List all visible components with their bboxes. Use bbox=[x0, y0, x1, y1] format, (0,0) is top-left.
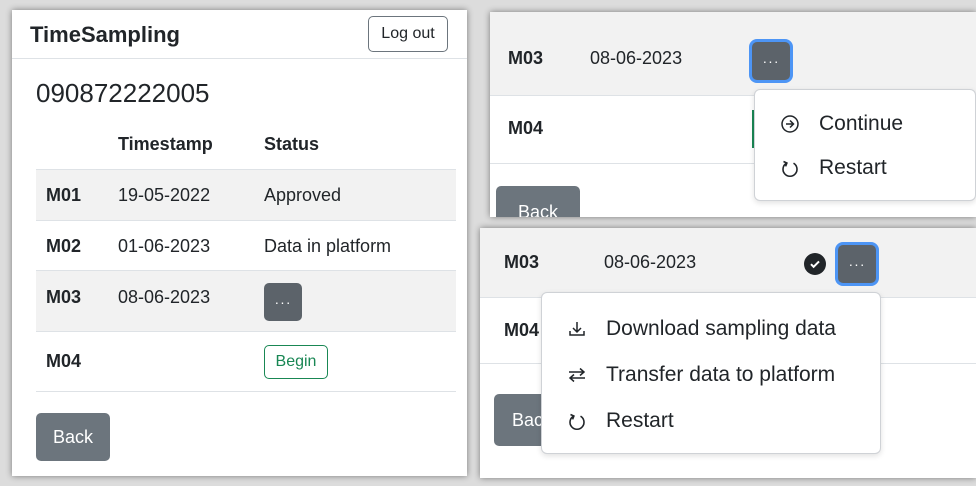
row-timestamp: 08-06-2023 bbox=[590, 48, 683, 68]
row-timestamp: 01-06-2023 bbox=[118, 236, 211, 256]
row-id: M04 bbox=[504, 320, 540, 340]
table-row: M01 19-05-2022 Approved bbox=[36, 170, 456, 221]
menu-item-restart[interactable]: Restart bbox=[542, 401, 880, 441]
row-id: M02 bbox=[46, 236, 82, 256]
main-screen-panel: TimeSampling Log out 090872222005 Timest… bbox=[12, 10, 467, 476]
restart-icon bbox=[773, 158, 807, 178]
menu-item-label: Continue bbox=[819, 112, 904, 135]
row-timestamp: 08-06-2023 bbox=[118, 287, 211, 307]
row-timestamp: 08-06-2023 bbox=[604, 252, 697, 272]
download-icon bbox=[560, 319, 594, 339]
menu-item-label: Restart bbox=[606, 409, 674, 432]
navbar: TimeSampling Log out bbox=[12, 10, 467, 59]
completed-dropdown: Download sampling data Transfer data to … bbox=[541, 292, 881, 454]
menu-item-label: Transfer data to platform bbox=[606, 363, 836, 386]
table-row: M03 08-06-2023 ··· bbox=[490, 12, 976, 96]
measurements-table: Timestamp Status M01 19-05-2022 Approved… bbox=[36, 118, 456, 418]
completed-menu-panel: M03 08-06-2023 ··· M04 Back Download sam… bbox=[480, 228, 976, 478]
row-id: M03 bbox=[508, 48, 544, 68]
row-status: Data in platform bbox=[264, 236, 392, 256]
menu-item-restart[interactable]: Restart bbox=[755, 148, 975, 188]
header-timestamp: Timestamp bbox=[118, 134, 213, 154]
more-actions-button[interactable]: ··· bbox=[838, 245, 876, 283]
row-id: M04 bbox=[46, 351, 82, 371]
in-progress-menu-panel: M03 08-06-2023 ··· M04 Back Continue Res… bbox=[490, 12, 976, 217]
row-status: Approved bbox=[264, 185, 342, 205]
phone-number: 090872222005 bbox=[36, 78, 210, 108]
table-row: M03 08-06-2023 ··· bbox=[36, 271, 456, 332]
table-row: M04 Begin bbox=[36, 332, 456, 392]
more-actions-button[interactable]: ··· bbox=[264, 283, 302, 321]
row-id: M01 bbox=[46, 185, 82, 205]
row-id: M04 bbox=[508, 118, 544, 138]
in-progress-dropdown: Continue Restart bbox=[754, 89, 976, 201]
menu-item-continue[interactable]: Continue bbox=[755, 104, 975, 144]
header-status: Status bbox=[264, 134, 320, 154]
row-id: M03 bbox=[504, 252, 540, 272]
more-actions-button[interactable]: ··· bbox=[752, 42, 790, 80]
begin-button[interactable]: Begin bbox=[264, 345, 328, 379]
back-button[interactable]: Back bbox=[496, 186, 580, 217]
menu-item-label: Download sampling data bbox=[606, 317, 836, 340]
arrow-right-circle-icon bbox=[773, 114, 807, 134]
table-header-row: Timestamp Status bbox=[36, 118, 456, 170]
restart-icon bbox=[560, 411, 594, 431]
back-button[interactable]: Back bbox=[36, 413, 110, 461]
app-title: TimeSampling bbox=[30, 22, 180, 47]
menu-item-transfer[interactable]: Transfer data to platform bbox=[542, 355, 880, 395]
row-timestamp: 19-05-2022 bbox=[118, 185, 211, 205]
row-id: M03 bbox=[46, 287, 82, 307]
menu-item-download[interactable]: Download sampling data bbox=[542, 309, 880, 349]
check-circle-icon bbox=[804, 253, 826, 275]
transfer-arrows-icon bbox=[560, 365, 594, 385]
table-row: M03 08-06-2023 ··· bbox=[480, 228, 976, 298]
menu-item-label: Restart bbox=[819, 156, 887, 179]
table-row: M02 01-06-2023 Data in platform bbox=[36, 221, 456, 271]
logout-button[interactable]: Log out bbox=[368, 16, 448, 52]
